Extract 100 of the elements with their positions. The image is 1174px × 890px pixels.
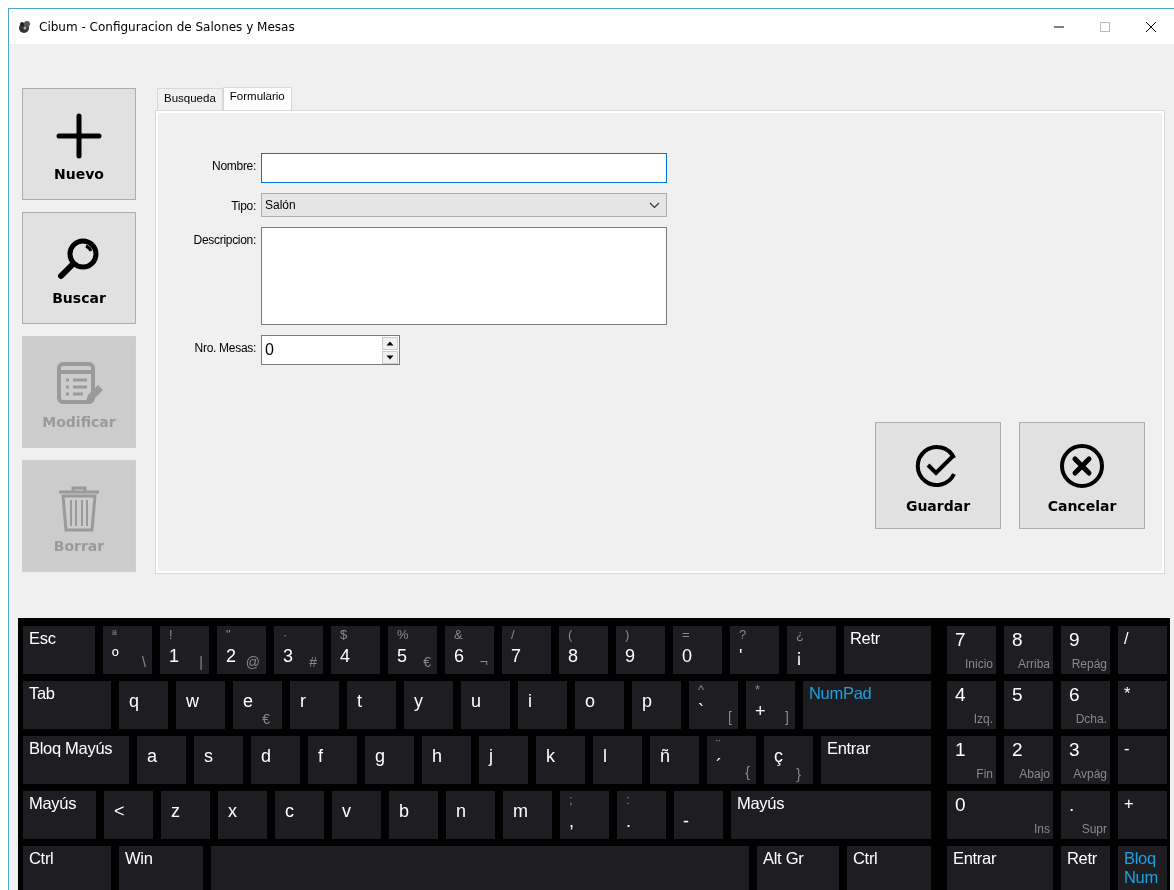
keyboard-key[interactable]: Ctrl [23, 846, 111, 890]
keyboard-key[interactable]: 6 Dcha. [1061, 681, 1110, 729]
keyboard-key[interactable]: : . [617, 791, 666, 839]
tab[interactable]: Busqueda [157, 88, 223, 110]
keyboard-key[interactable]: Ctrl [847, 846, 931, 890]
keyboard-key[interactable]: 3 Avpág [1061, 736, 1110, 784]
window-title: Cibum - Configuracion de Salones y Mesas [39, 19, 295, 34]
keyboard-key[interactable]: Entrar [947, 846, 1053, 890]
keyboard-key[interactable]: Alt Gr [757, 846, 839, 890]
keyboard-key[interactable]: Mayús [731, 791, 931, 839]
keyboard-key[interactable]: Bloq Mayús [23, 736, 129, 784]
keyboard-key[interactable]: 7 Inicio [947, 626, 996, 674]
keyboard-key[interactable]: j [479, 736, 528, 784]
keyboard-key[interactable]: - [1118, 736, 1167, 784]
keyboard-key[interactable]: 9 Repág [1061, 626, 1110, 674]
keyboard-key[interactable]: s [194, 736, 243, 784]
keyboard-key[interactable]: v [332, 791, 381, 839]
keyboard-key[interactable]: p [632, 681, 681, 729]
keyboard-key[interactable]: . Supr [1061, 791, 1110, 839]
keyboard-key[interactable]: " 2 @ [217, 626, 266, 674]
keyboard-key[interactable]: / [1118, 626, 1167, 674]
keyboard-key[interactable]: u [461, 681, 510, 729]
keyboard-key[interactable]: Win [119, 846, 203, 890]
keyboard-key[interactable]: y [404, 681, 453, 729]
keyboard-key[interactable]: ? ' [730, 626, 779, 674]
keyboard-key[interactable]: f [308, 736, 357, 784]
keyboard-key[interactable]: l [593, 736, 642, 784]
dropdown[interactable]: Salón [261, 193, 667, 217]
field-label: Tipo: [230, 198, 256, 213]
keyboard-key[interactable]: = 0 [673, 626, 722, 674]
keyboard-key[interactable]: * + ] [746, 681, 795, 729]
keyboard-key[interactable]: e € [233, 681, 282, 729]
keyboard-key[interactable]: % 5 € [388, 626, 437, 674]
keyboard-key[interactable]: r [290, 681, 339, 729]
keyboard-key[interactable]: 0 Ins [947, 791, 1053, 839]
keyboard-key[interactable]: o [575, 681, 624, 729]
text-area[interactable] [261, 227, 667, 325]
keyboard-key[interactable]: ¿ ¡ [787, 626, 836, 674]
keyboard-key[interactable]: ; , [560, 791, 609, 839]
keyboard-key[interactable]: c [275, 791, 324, 839]
keyboard-key[interactable]: Bloq Num [1118, 846, 1167, 890]
app-icon [18, 20, 31, 33]
maximize-icon [1100, 21, 1110, 32]
keyboard-key[interactable]: w [176, 681, 225, 729]
cancel-circle-icon [1058, 441, 1106, 490]
keyboard-key[interactable]: h [422, 736, 471, 784]
keyboard-key[interactable]: Esc [23, 626, 95, 674]
keyboard-key[interactable]: - [674, 791, 723, 839]
keyboard-key[interactable]: Retr [844, 626, 931, 674]
tab[interactable]: Formulario [222, 87, 292, 111]
keyboard-key[interactable]: k [536, 736, 585, 784]
field-label: Nombre: [211, 158, 256, 173]
keyboard-key[interactable]: 1 Fin [947, 736, 996, 784]
keyboard-key[interactable]: z [161, 791, 210, 839]
toolbar-button[interactable]: Buscar [22, 212, 136, 324]
keyboard-key[interactable]: ñ [650, 736, 699, 784]
keyboard-key[interactable]: a [137, 736, 186, 784]
toolbar-button[interactable]: Nuevo [22, 88, 136, 200]
keyboard-key[interactable]: ( 8 [559, 626, 608, 674]
keyboard-key[interactable]: i [518, 681, 567, 729]
number-field[interactable]: 0 [261, 335, 400, 365]
keyboard-key[interactable]: ¨ ´ { [707, 736, 756, 784]
close-icon [1146, 21, 1156, 32]
keyboard-key[interactable]: NumPad [803, 681, 931, 729]
keyboard-key[interactable]: b [389, 791, 438, 839]
keyboard-key[interactable]: q [119, 681, 168, 729]
keyboard-key[interactable]: 4 Izq. [947, 681, 996, 729]
field-label: Descripcion: [192, 232, 256, 247]
keyboard-key[interactable]: 8 Arriba [1004, 626, 1053, 674]
keyboard-key[interactable]: t [347, 681, 396, 729]
keyboard-key[interactable]: x [218, 791, 267, 839]
keyboard-key[interactable]: ! 1 | [160, 626, 209, 674]
keyboard-key[interactable]: m [503, 791, 552, 839]
keyboard-key[interactable]: < [104, 791, 153, 839]
chevron-down-icon [649, 201, 660, 209]
keyboard-key[interactable]: ª º \ [103, 626, 152, 674]
input-field[interactable] [261, 153, 667, 183]
keyboard-key[interactable]: / 7 [502, 626, 551, 674]
keyboard-key[interactable]: ^ ` [ [689, 681, 738, 729]
keyboard-key[interactable]: · 3 # [274, 626, 323, 674]
action-button[interactable]: Cancelar [1019, 422, 1145, 529]
keyboard-key[interactable]: Entrar [821, 736, 931, 784]
keyboard-key[interactable]: ) 9 [616, 626, 665, 674]
keyboard-key[interactable]: + [1118, 791, 1167, 839]
keyboard-key[interactable]: 2 Abajo [1004, 736, 1053, 784]
plus-icon [55, 112, 103, 160]
keyboard-key[interactable]: * [1118, 681, 1167, 729]
keyboard-key[interactable]: $ 4 [331, 626, 380, 674]
keyboard-key[interactable]: g [365, 736, 414, 784]
field-label: Nro. Mesas: [193, 340, 256, 355]
keyboard-key[interactable]: Retr [1061, 846, 1110, 890]
action-button[interactable]: Guardar [875, 422, 1001, 529]
keyboard-key[interactable]: d [251, 736, 300, 784]
space-key[interactable] [211, 846, 749, 890]
keyboard-key[interactable]: Mayús [23, 791, 96, 839]
keyboard-key[interactable]: 5 [1004, 681, 1053, 729]
keyboard-key[interactable]: Tab [23, 681, 111, 729]
keyboard-key[interactable]: ç } [764, 736, 813, 784]
keyboard-key[interactable]: n [446, 791, 495, 839]
keyboard-key[interactable]: & 6 ¬ [445, 626, 494, 674]
